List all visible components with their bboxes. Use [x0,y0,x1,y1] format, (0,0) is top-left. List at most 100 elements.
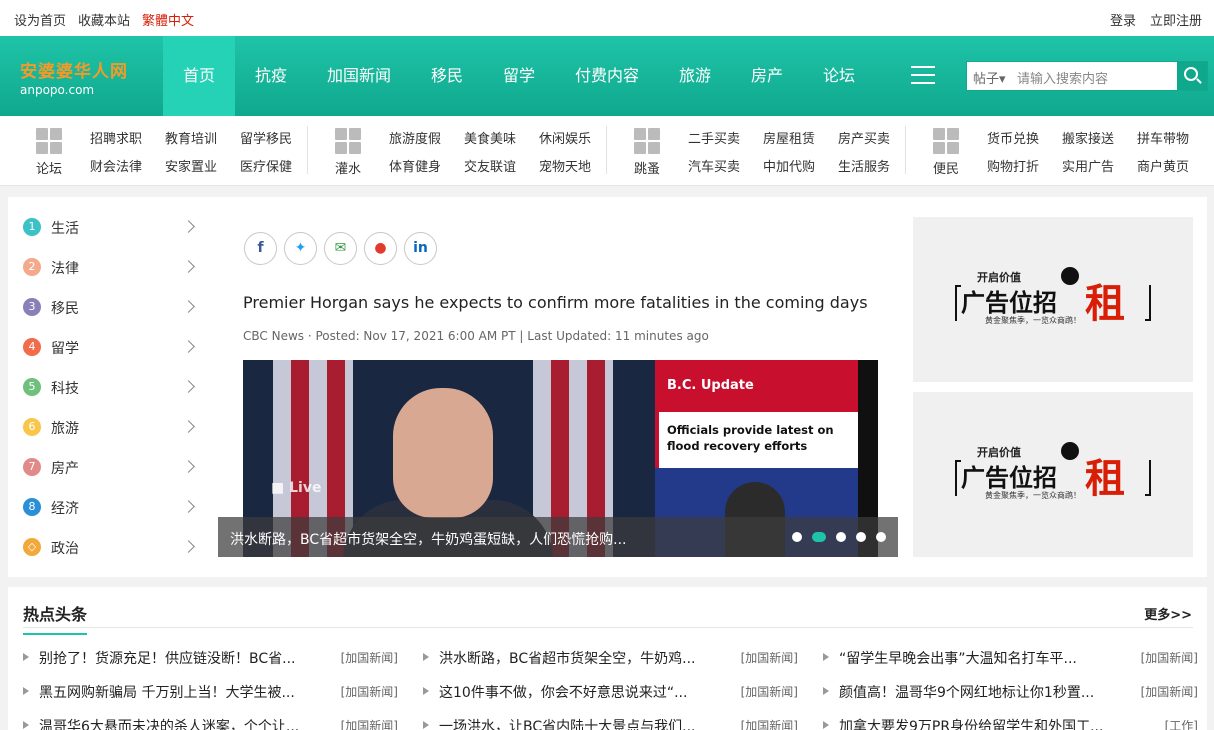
category-link[interactable]: 招聘求职 [90,128,165,147]
twitter-icon[interactable]: ✦ [284,232,317,265]
news-category-tag[interactable]: [加国新闻] [341,683,398,700]
search-type-select[interactable]: 帖子▾ [973,68,1006,87]
category-link[interactable]: 汽车买卖 [688,156,763,175]
side-menu-item[interactable]: ◇ 政治 [23,537,198,577]
category-link[interactable]: 购物打折 [987,156,1062,175]
news-title[interactable]: 这10件事不做，你会不好意思说来过“... [439,682,687,702]
news-item[interactable]: 黑五网购新骗局 千万别上当！大学生被... [加国新闻] [23,682,398,702]
category-link[interactable]: 二手买卖 [688,128,763,147]
news-category-tag[interactable]: [加国新闻] [341,717,398,730]
slider-dot[interactable] [836,532,846,542]
category-link[interactable]: 财会法律 [90,156,165,175]
category-link[interactable]: 货币兑换 [987,128,1062,147]
category-link[interactable]: 实用广告 [1062,156,1137,175]
set-homepage-link[interactable]: 设为首页 [14,10,66,29]
category-link[interactable]: 旅游度假 [389,128,464,147]
category-link[interactable]: 房屋租赁 [763,128,838,147]
news-item[interactable]: 加拿大要发9万PR身份给留学生和外国工... [工作] [823,716,1198,730]
hamburger-menu-icon[interactable] [911,66,935,86]
category-group-head[interactable]: 跳蚤 [622,128,672,177]
news-item[interactable]: “留学生早晚会出事”大温知名打车平... [加国新闻] [823,648,1198,668]
news-title[interactable]: 温哥华6大悬而未决的杀人迷案，个个让... [39,716,299,730]
news-item[interactable]: 颜值高！温哥华9个网红地标让你1秒置... [加国新闻] [823,682,1198,702]
site-logo[interactable]: 安婆婆华人网 anpopo.com [20,57,128,97]
facebook-icon[interactable]: f [244,232,277,265]
slider-dot[interactable] [856,532,866,542]
category-link[interactable]: 安家置业 [165,156,240,175]
category-link[interactable]: 医疗保健 [240,156,315,175]
news-category-tag[interactable]: [加国新闻] [741,649,798,666]
login-link[interactable]: 登录 [1110,10,1136,29]
side-menu-item[interactable]: 4 留学 [23,337,198,377]
side-menu-item[interactable]: 8 经济 [23,497,198,537]
side-menu-item[interactable]: 2 法律 [23,257,198,297]
category-link[interactable]: 美食美味 [464,128,539,147]
news-category-tag[interactable]: [工作] [1165,717,1198,730]
news-title[interactable]: 颜值高！温哥华9个网红地标让你1秒置... [839,682,1094,702]
nav-canada-news[interactable]: 加国新闻 [307,36,411,116]
nav-travel[interactable]: 旅游 [659,36,731,116]
ad-big-char: 租 [1085,281,1125,327]
category-link[interactable]: 中加代购 [763,156,838,175]
slider-dot[interactable] [792,532,802,542]
nav-anti-epidemic[interactable]: 抗疫 [235,36,307,116]
category-links: 招聘求职 教育培训 留学移民 财会法律 安家置业 医疗保健 [90,128,315,175]
news-category-tag[interactable]: [加国新闻] [1141,683,1198,700]
ad-banner[interactable]: 开启价值 广告位招 租 黄金聚焦季，一览众商鹉！ [913,217,1193,382]
article-headline[interactable]: Premier Horgan says he expects to confir… [243,293,868,312]
reddit-icon[interactable]: ● [364,232,397,265]
nav-paid-content[interactable]: 付费内容 [555,36,659,116]
category-link[interactable]: 体育健身 [389,156,464,175]
news-category-tag[interactable]: [加国新闻] [341,649,398,666]
news-title[interactable]: “留学生早晚会出事”大温知名打车平... [839,648,1077,668]
news-category-tag[interactable]: [加国新闻] [1141,649,1198,666]
nav-immigration[interactable]: 移民 [411,36,483,116]
bookmark-site-link[interactable]: 收藏本站 [78,10,130,29]
category-link[interactable]: 搬家接送 [1062,128,1137,147]
category-link[interactable]: 宠物天地 [539,156,614,175]
news-title[interactable]: 洪水断路，BC省超市货架全空，牛奶鸡... [439,648,695,668]
ad-banner[interactable]: 开启价值 广告位招 租 黄金聚焦季，一览众商鹉！ [913,392,1193,557]
news-item[interactable]: 别抢了！货源充足！供应链没断！BC省... [加国新闻] [23,648,398,668]
category-group-head[interactable]: 灌水 [323,128,373,177]
nav-forum[interactable]: 论坛 [803,36,875,116]
category-group-head[interactable]: 论坛 [24,128,74,177]
traditional-chinese-link[interactable]: 繁體中文 [142,10,194,29]
category-link[interactable]: 交友联谊 [464,156,539,175]
search-button[interactable] [1177,62,1207,90]
side-menu-item[interactable]: 6 旅游 [23,417,198,457]
more-link[interactable]: 更多>> [1144,604,1192,623]
side-menu-item[interactable]: 3 移民 [23,297,198,337]
news-title[interactable]: 黑五网购新骗局 千万别上当！大学生被... [39,682,295,702]
news-item[interactable]: 洪水断路，BC省超市货架全空，牛奶鸡... [加国新闻] [423,648,798,668]
nav-real-estate[interactable]: 房产 [731,36,803,116]
category-link[interactable]: 教育培训 [165,128,240,147]
news-category-tag[interactable]: [加国新闻] [741,717,798,730]
slider-dot[interactable] [876,532,886,542]
category-link[interactable]: 留学移民 [240,128,315,147]
category-link[interactable]: 生活服务 [838,156,913,175]
news-item[interactable]: 这10件事不做，你会不好意思说来过“... [加国新闻] [423,682,798,702]
category-link[interactable]: 拼车带物 [1137,128,1212,147]
search-input[interactable]: 请输入搜索内容 [1017,68,1108,87]
side-menu-item[interactable]: 5 科技 [23,377,198,417]
news-title[interactable]: 一场洪水，让BC省内陆十大景点与我们... [439,716,695,730]
category-link[interactable]: 休闲娱乐 [539,128,614,147]
register-link[interactable]: 立即注册 [1150,10,1202,29]
news-title[interactable]: 别抢了！货源充足！供应链没断！BC省... [39,648,295,668]
linkedin-icon[interactable]: in [404,232,437,265]
category-group-head[interactable]: 便民 [921,128,971,177]
side-menu-item[interactable]: 1 生活 [23,217,198,257]
nav-home[interactable]: 首页 [163,36,235,116]
category-link[interactable]: 房产买卖 [838,128,913,147]
nav-study-abroad[interactable]: 留学 [483,36,555,116]
news-item[interactable]: 温哥华6大悬而未决的杀人迷案，个个让... [加国新闻] [23,716,398,730]
news-title[interactable]: 加拿大要发9万PR身份给留学生和外国工... [839,716,1103,730]
slider-dot[interactable] [812,532,826,542]
category-link[interactable]: 商户黄页 [1137,156,1212,175]
news-category-tag[interactable]: [加国新闻] [741,683,798,700]
email-icon[interactable]: ✉ [324,232,357,265]
slider-caption[interactable]: 洪水断路，BC省超市货架全空，牛奶鸡蛋短缺，人们恐慌抢购... [230,529,626,549]
news-item[interactable]: 一场洪水，让BC省内陆十大景点与我们... [加国新闻] [423,716,798,730]
side-menu-item[interactable]: 7 房产 [23,457,198,497]
